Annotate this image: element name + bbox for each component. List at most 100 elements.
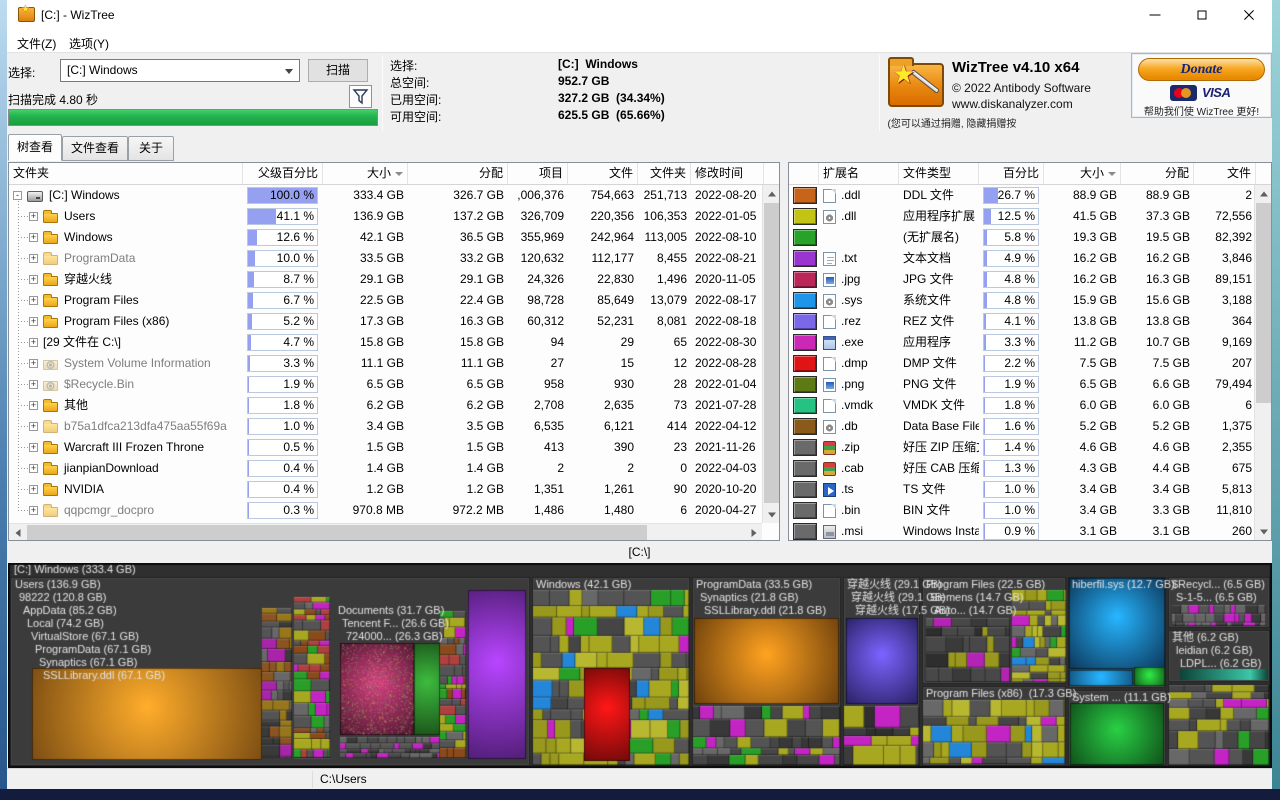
percent-cell: 2.2 %: [983, 355, 1039, 372]
folder-row[interactable]: -[C:] Windows100.0 %333.4 GB326.7 GB,006…: [9, 185, 764, 206]
expand-toggle[interactable]: +: [29, 443, 38, 452]
folder-row[interactable]: +NVIDIA0.4 %1.2 GB1.2 GB1,3511,261902020…: [9, 479, 764, 500]
folder-row[interactable]: +System Volume Information3.3 %11.1 GB11…: [9, 353, 764, 374]
expand-toggle[interactable]: +: [29, 338, 38, 347]
scroll-up-button[interactable]: [763, 185, 780, 202]
expand-toggle[interactable]: +: [29, 422, 38, 431]
col-header[interactable]: 项目: [508, 163, 568, 184]
scroll-down-button[interactable]: [1255, 523, 1272, 540]
gear-file-icon: [823, 210, 836, 224]
percent-text: 1.6 %: [984, 419, 1038, 434]
close-button[interactable]: [1226, 0, 1272, 30]
expand-toggle[interactable]: +: [29, 317, 38, 326]
expand-toggle[interactable]: +: [29, 401, 38, 410]
col-header[interactable]: 百分比: [979, 163, 1044, 184]
cell-files: 930: [568, 374, 638, 395]
ext-vscrollbar[interactable]: [1254, 185, 1271, 540]
menu-item-file[interactable]: 文件(Z): [11, 33, 62, 54]
tab-0[interactable]: 树查看: [8, 134, 62, 161]
ext-row[interactable]: .jpgJPG 文件4.8 %16.2 GB16.3 GB89,151: [789, 269, 1256, 290]
ext-row[interactable]: .sys系统文件4.8 %15.9 GB15.6 GB3,188: [789, 290, 1256, 311]
folder-row[interactable]: +Warcraft III Frozen Throne0.5 %1.5 GB1.…: [9, 437, 764, 458]
tab-1[interactable]: 文件查看: [62, 136, 128, 161]
ext-cell: .dmp: [819, 353, 899, 374]
col-header[interactable]: 分配: [408, 163, 508, 184]
treemap-canvas[interactable]: [8, 563, 1272, 768]
ext-row[interactable]: .vmdkVMDK 文件1.8 %6.0 GB6.0 GB6: [789, 395, 1256, 416]
ext-row[interactable]: .binBIN 文件1.0 %3.4 GB3.3 GB11,810: [789, 500, 1256, 521]
drive-dropdown[interactable]: [C:] Windows: [60, 59, 300, 82]
expand-toggle[interactable]: +: [29, 296, 38, 305]
percent-text: 1.4 %: [984, 440, 1038, 455]
hscroll-thumb[interactable]: [27, 525, 647, 540]
folder-row[interactable]: +Users41.1 %136.9 GB137.2 GB326,709220,3…: [9, 206, 764, 227]
folder-hscrollbar[interactable]: [9, 523, 762, 540]
ext-row[interactable]: .zip好压 ZIP 压缩文1.4 %4.6 GB4.6 GB2,355: [789, 437, 1256, 458]
ext-row[interactable]: .txt文本文档4.9 %16.2 GB16.2 GB3,846: [789, 248, 1256, 269]
folder-row[interactable]: +其他1.8 %6.2 GB6.2 GB2,7082,635732021-07-…: [9, 395, 764, 416]
menu-item-options[interactable]: 选项(Y): [63, 33, 115, 54]
minimize-button[interactable]: [1132, 0, 1178, 30]
vscroll-thumb[interactable]: [1256, 203, 1271, 403]
expand-toggle[interactable]: +: [29, 380, 38, 389]
website-link[interactable]: www.diskanalyzer.com: [952, 97, 1073, 111]
folder-row[interactable]: +qqpcmgr_docpro0.3 %970.8 MB972.2 MB1,48…: [9, 500, 764, 521]
folder-row[interactable]: +Windows12.6 %42.1 GB36.5 GB355,969242,9…: [9, 227, 764, 248]
filter-button[interactable]: [349, 85, 372, 108]
expand-toggle[interactable]: +: [29, 275, 38, 284]
scroll-down-button[interactable]: [763, 506, 780, 523]
folder-row[interactable]: +jianpianDownload0.4 %1.4 GB1.4 GB220202…: [9, 458, 764, 479]
ext-row[interactable]: .dbData Base File1.6 %5.2 GB5.2 GB1,375: [789, 416, 1256, 437]
col-header[interactable]: 大小: [1044, 163, 1121, 184]
col-header[interactable]: 扩展名: [819, 163, 899, 184]
tab-2[interactable]: 关于: [128, 136, 174, 161]
folder-icon: [43, 507, 58, 517]
expand-toggle[interactable]: +: [29, 254, 38, 263]
ext-row[interactable]: .msiWindows Installe0.9 %3.1 GB3.1 GB260: [789, 521, 1256, 541]
col-header[interactable]: 文件夹: [9, 163, 243, 184]
ext-row[interactable]: .pngPNG 文件1.9 %6.5 GB6.6 GB79,494: [789, 374, 1256, 395]
expand-toggle[interactable]: +: [29, 212, 38, 221]
col-header[interactable]: 文件类型: [899, 163, 979, 184]
expand-toggle[interactable]: +: [29, 485, 38, 494]
ext-row[interactable]: .tsTS 文件1.0 %3.4 GB3.4 GB5,813: [789, 479, 1256, 500]
cell-alloc: 972.2 MB: [408, 500, 508, 521]
col-header[interactable]: [789, 163, 819, 184]
folder-row[interactable]: +$Recycle.Bin1.9 %6.5 GB6.5 GB9589302820…: [9, 374, 764, 395]
percent-cell: 12.6 %: [247, 229, 318, 246]
ext-row[interactable]: (无扩展名)5.8 %19.3 GB19.5 GB82,392: [789, 227, 1256, 248]
ext-row[interactable]: .rezREZ 文件4.1 %13.8 GB13.8 GB364: [789, 311, 1256, 332]
expand-toggle[interactable]: -: [13, 191, 22, 200]
scroll-left-button[interactable]: [9, 524, 26, 541]
donate-button[interactable]: Donate: [1138, 58, 1265, 81]
col-header[interactable]: 文件夹: [638, 163, 691, 184]
folder-vscrollbar[interactable]: [762, 185, 779, 523]
ext-row[interactable]: .ddlDDL 文件26.7 %88.9 GB88.9 GB2: [789, 185, 1256, 206]
folder-row[interactable]: +[29 文件在 C:\]4.7 %15.8 GB15.8 GB94296520…: [9, 332, 764, 353]
vscroll-thumb[interactable]: [764, 203, 779, 503]
col-header[interactable]: 修改时间: [691, 163, 764, 184]
ext-row[interactable]: .cab好压 CAB 压缩文1.3 %4.3 GB4.4 GB675: [789, 458, 1256, 479]
col-header[interactable]: 分配: [1121, 163, 1194, 184]
col-header[interactable]: 大小: [323, 163, 408, 184]
expand-toggle[interactable]: +: [29, 233, 38, 242]
ext-row[interactable]: .dmpDMP 文件2.2 %7.5 GB7.5 GB207: [789, 353, 1256, 374]
col-header[interactable]: 父级百分比: [243, 163, 323, 184]
col-header[interactable]: 文件: [1194, 163, 1256, 184]
scroll-up-button[interactable]: [1255, 185, 1272, 202]
folder-row[interactable]: +穿越火线8.7 %29.1 GB29.1 GB24,32622,8301,49…: [9, 269, 764, 290]
scan-button[interactable]: 扫描: [308, 59, 368, 82]
expand-toggle[interactable]: +: [29, 359, 38, 368]
expand-toggle[interactable]: +: [29, 506, 38, 515]
folder-row[interactable]: +Program Files (x86)5.2 %17.3 GB16.3 GB6…: [9, 311, 764, 332]
folder-row[interactable]: +b75a1dfca213dfa475aa55f69a1.0 %3.4 GB3.…: [9, 416, 764, 437]
scroll-right-button[interactable]: [745, 524, 762, 541]
ext-row[interactable]: .dll应用程序扩展12.5 %41.5 GB37.3 GB72,556: [789, 206, 1256, 227]
maximize-button[interactable]: [1179, 0, 1225, 30]
expand-toggle[interactable]: +: [29, 464, 38, 473]
ext-row[interactable]: .exe应用程序3.3 %11.2 GB10.7 GB9,169: [789, 332, 1256, 353]
col-header[interactable]: 文件: [568, 163, 638, 184]
folder-row[interactable]: +Program Files6.7 %22.5 GB22.4 GB98,7288…: [9, 290, 764, 311]
percent-text: 5.2 %: [248, 314, 317, 329]
folder-row[interactable]: +ProgramData10.0 %33.5 GB33.2 GB120,6321…: [9, 248, 764, 269]
